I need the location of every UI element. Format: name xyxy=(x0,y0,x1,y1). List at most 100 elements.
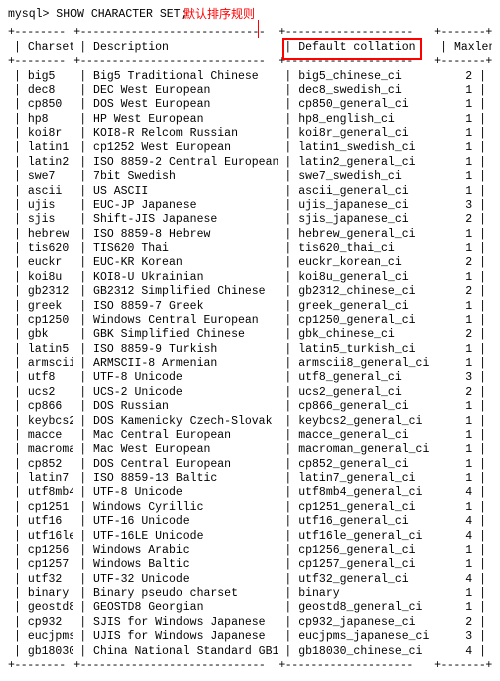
table-row: | dec8| DEC West European| dec8_swedish_… xyxy=(8,84,492,98)
cell-collation: hebrew_general_ci xyxy=(298,228,415,241)
table-row: | utf32| UTF-32 Unicode| utf32_general_c… xyxy=(8,573,492,587)
cell-collation: utf16_general_ci xyxy=(298,515,408,528)
cell-collation: tis620_thai_ci xyxy=(298,242,395,255)
cell-description: cp1252 West European xyxy=(93,141,231,154)
cell-charset: utf16 xyxy=(28,515,63,528)
table-row: | ujis| EUC-JP Japanese| ujis_japanese_c… xyxy=(8,199,492,213)
cell-description: GEOSTD8 Georgian xyxy=(93,601,203,614)
table-row: | hp8| HP West European| hp8_english_ci1… xyxy=(8,113,492,127)
cell-description: UTF-8 Unicode xyxy=(93,371,183,384)
table-row: | geostd8| GEOSTD8 Georgian| geostd8_gen… xyxy=(8,601,492,615)
table-row: | utf8| UTF-8 Unicode| utf8_general_ci3 … xyxy=(8,371,492,385)
cell-description: ISO 8859-13 Baltic xyxy=(93,472,217,485)
table-row: | koi8u| KOI8-U Ukrainian| koi8u_general… xyxy=(8,271,492,285)
cell-charset: cp866 xyxy=(28,400,63,413)
cell-charset: greek xyxy=(28,300,63,313)
cell-description: Windows Baltic xyxy=(93,558,190,571)
table-header-row: | Charset | Description | Default collat… xyxy=(8,41,492,55)
cell-description: DOS Central European xyxy=(93,458,231,471)
cell-charset: big5 xyxy=(28,70,56,83)
cell-collation: latin2_general_ci xyxy=(298,156,415,169)
cell-charset: cp1250 xyxy=(28,314,69,327)
table-row: | latin7| ISO 8859-13 Baltic| latin7_gen… xyxy=(8,472,492,486)
table-row: | greek| ISO 8859-7 Greek| greek_general… xyxy=(8,300,492,314)
table-row: | ucs2| UCS-2 Unicode| ucs2_general_ci2 … xyxy=(8,386,492,400)
cell-description: ISO 8859-2 Central European xyxy=(93,156,278,169)
table-row: | euckr| EUC-KR Korean| euckr_korean_ci2… xyxy=(8,256,492,270)
table-row: | cp866| DOS Russian| cp866_general_ci1 … xyxy=(8,400,492,414)
header-collation: Default collation xyxy=(298,41,415,54)
table-row: | latin2| ISO 8859-2 Central European| l… xyxy=(8,156,492,170)
cell-collation: armscii8_general_ci xyxy=(298,357,429,370)
header-maxlen: Maxlen xyxy=(454,41,492,54)
cell-maxlen: 2 xyxy=(465,616,472,629)
cell-collation: utf8_general_ci xyxy=(298,371,402,384)
cell-description: SJIS for Windows Japanese xyxy=(93,616,266,629)
cell-collation: gb2312_chinese_ci xyxy=(298,285,415,298)
cell-collation: latin7_general_ci xyxy=(298,472,415,485)
cell-description: DOS West European xyxy=(93,98,210,111)
table-row: | cp850| DOS West European| cp850_genera… xyxy=(8,98,492,112)
cell-description: Mac West European xyxy=(93,443,210,456)
cell-collation: swe7_swedish_ci xyxy=(298,170,402,183)
table-row: | koi8r| KOI8-R Relcom Russian| koi8r_ge… xyxy=(8,127,492,141)
cell-collation: utf16le_general_ci xyxy=(298,530,422,543)
cell-description: UTF-8 Unicode xyxy=(93,486,183,499)
table-row: | ascii| US ASCII| ascii_general_ci1 | xyxy=(8,185,492,199)
cell-description: 7bit Swedish xyxy=(93,170,176,183)
cell-charset: hp8 xyxy=(28,113,49,126)
cell-charset: ujis xyxy=(28,199,56,212)
table-row: | armscii8| ARMSCII-8 Armenian| armscii8… xyxy=(8,357,492,371)
cell-description: Big5 Traditional Chinese xyxy=(93,70,259,83)
cell-charset: macroman xyxy=(28,443,73,456)
cell-charset: utf8mb4 xyxy=(28,486,73,499)
cell-charset: cp1256 xyxy=(28,544,69,557)
cell-description: ISO 8859-8 Hebrew xyxy=(93,228,210,241)
table-row: | macce| Mac Central European| macce_gen… xyxy=(8,429,492,443)
cell-charset: cp932 xyxy=(28,616,63,629)
table-row: | latin1| cp1252 West European| latin1_s… xyxy=(8,141,492,155)
cell-charset: armscii8 xyxy=(28,357,73,370)
cell-collation: euckr_korean_ci xyxy=(298,256,402,269)
cell-collation: cp932_japanese_ci xyxy=(298,616,415,629)
table-separator: +-------- +-----------------------------… xyxy=(8,26,492,40)
cell-charset: macce xyxy=(28,429,63,442)
cell-charset: latin1 xyxy=(28,141,69,154)
cell-description: EUC-JP Japanese xyxy=(93,199,197,212)
cell-charset: utf8 xyxy=(28,371,56,384)
cell-charset: latin7 xyxy=(28,472,69,485)
cell-description: DEC West European xyxy=(93,84,210,97)
table-row: | gb18030| China National Standard GB180… xyxy=(8,645,492,659)
cell-description: US ASCII xyxy=(93,185,148,198)
cell-collation: big5_chinese_ci xyxy=(298,70,402,83)
table-row: | cp1257| Windows Baltic| cp1257_general… xyxy=(8,558,492,572)
table-row: | swe7| 7bit Swedish| swe7_swedish_ci1 | xyxy=(8,170,492,184)
cell-description: Shift-JIS Japanese xyxy=(93,213,217,226)
table-row: | macroman| Mac West European| macroman_… xyxy=(8,443,492,457)
table-row: | gbk| GBK Simplified Chinese| gbk_chine… xyxy=(8,328,492,342)
cell-charset: gbk xyxy=(28,328,49,341)
cell-charset: dec8 xyxy=(28,84,56,97)
cell-charset: geostd8 xyxy=(28,601,73,614)
cell-description: China National Standard GB18030 xyxy=(93,645,278,658)
cell-charset: swe7 xyxy=(28,170,56,183)
cell-collation: cp1257_general_ci xyxy=(298,558,415,571)
table-row: | tis620| TIS620 Thai| tis620_thai_ci1 | xyxy=(8,242,492,256)
table-row: | cp1250| Windows Central European| cp12… xyxy=(8,314,492,328)
table-row: | cp852| DOS Central European| cp852_gen… xyxy=(8,458,492,472)
header-description: Description xyxy=(93,41,169,54)
table-separator: +-------- +-----------------------------… xyxy=(8,55,492,69)
cell-collation: koi8u_general_ci xyxy=(298,271,408,284)
cell-description: DOS Russian xyxy=(93,400,169,413)
cell-collation: cp866_general_ci xyxy=(298,400,408,413)
cell-description: Windows Central European xyxy=(93,314,259,327)
table-row: | utf16| UTF-16 Unicode| utf16_general_c… xyxy=(8,515,492,529)
cell-charset: cp852 xyxy=(28,458,63,471)
table-separator: +-------- +-----------------------------… xyxy=(8,659,492,673)
prompt-text: mysql> SHOW CHARACTER SET; xyxy=(8,8,187,21)
cell-collation: gbk_chinese_ci xyxy=(298,328,395,341)
cell-charset: keybcs2 xyxy=(28,415,73,428)
cell-collation: utf32_general_ci xyxy=(298,573,408,586)
table-row: | binary| Binary pseudo charset| binary1… xyxy=(8,587,492,601)
cell-collation: dec8_swedish_ci xyxy=(298,84,402,97)
